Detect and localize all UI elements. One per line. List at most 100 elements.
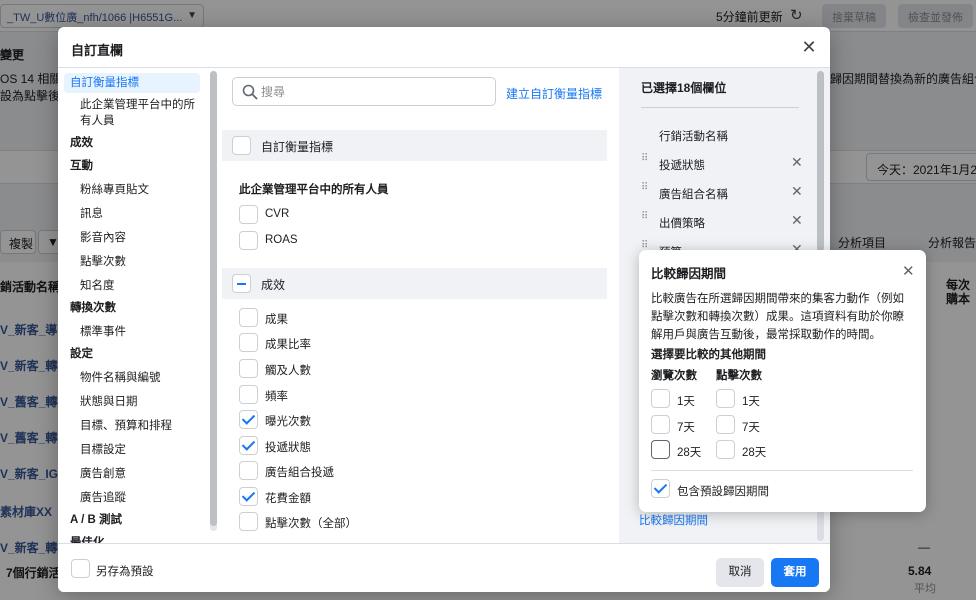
metric-label: ROAS — [265, 234, 298, 246]
metric-label: 成果比率 — [265, 339, 311, 351]
section-performance: 成效 — [222, 268, 607, 299]
nav-item-messages[interactable]: 訊息 — [64, 206, 200, 222]
selected-item-fixed: 行銷活動名稱 — [635, 125, 805, 145]
nav-item-settings[interactable]: 設定 — [64, 346, 200, 362]
metric-label: 觸及人數 — [265, 365, 311, 377]
checkbox[interactable] — [651, 389, 670, 408]
section-label: 自訂衡量指標 — [261, 140, 334, 154]
checkbox-checked[interactable] — [239, 410, 258, 429]
option-label: 7天 — [677, 422, 695, 434]
checkbox[interactable] — [651, 440, 670, 459]
include-default-checkbox[interactable] — [651, 479, 670, 498]
create-custom-metric-link[interactable]: 建立自訂衡量指標 — [506, 85, 602, 102]
metric-label: 點擊次數（全部） — [265, 518, 357, 530]
nav-item-performance[interactable]: 成效 — [64, 135, 200, 151]
selected-item[interactable]: ⠿ 出價策略 ✕ — [635, 212, 805, 232]
drag-handle-icon[interactable]: ⠿ — [641, 212, 649, 228]
option-label: 7天 — [742, 422, 760, 434]
metric-label: 成果 — [265, 314, 288, 326]
category-nav: 自訂衡量指標 此企業管理平台中的所有人員 成效 互動 粉絲專頁貼文 訊息 影音內… — [64, 71, 210, 543]
apply-button[interactable]: 套用 — [771, 558, 819, 587]
scrollbar-thumb[interactable] — [817, 71, 824, 251]
selected-item[interactable]: ⠿ 投遞狀態 ✕ — [635, 154, 805, 174]
select-all-custom-checkbox[interactable] — [232, 136, 251, 155]
nav-item-object-names[interactable]: 物件名稱與編號 — [64, 370, 200, 386]
checkbox[interactable] — [716, 440, 735, 459]
option-label: 1天 — [677, 396, 695, 408]
nav-item-standard-events[interactable]: 標準事件 — [64, 324, 200, 340]
search-icon — [242, 84, 258, 100]
divider — [651, 470, 913, 471]
drag-handle-icon[interactable]: ⠿ — [641, 154, 649, 170]
nav-item-ab-test[interactable]: A / B 測試 — [64, 512, 200, 528]
save-default-label: 另存為預設 — [96, 566, 154, 578]
metric-label: 頻率 — [265, 391, 288, 403]
close-icon[interactable]: ✕ — [902, 262, 915, 280]
section-label: 成效 — [261, 278, 286, 292]
close-icon[interactable]: ✕ — [800, 38, 818, 57]
checkbox-checked[interactable] — [239, 487, 258, 506]
checkbox[interactable] — [239, 359, 258, 378]
nav-item-tracking[interactable]: 廣告追蹤 — [64, 490, 200, 506]
selected-item-label: 投遞狀態 — [659, 160, 705, 172]
view-column-label: 瀏覽次數 — [651, 370, 697, 382]
group-all-people: 此企業管理平台中的所有人員 — [239, 184, 389, 196]
nav-item-status-dates[interactable]: 狀態與日期 — [64, 394, 200, 410]
remove-icon[interactable]: ✕ — [791, 183, 803, 200]
metric-label: 投遞狀態 — [265, 442, 311, 454]
metric-label: 曝光次數 — [265, 416, 311, 428]
metrics-list: 建立自訂衡量指標 自訂衡量指標 此企業管理平台中的所有人員 CVR ROAS 成… — [222, 71, 612, 543]
select-all-performance-checkbox[interactable] — [232, 274, 251, 293]
metric-label: 花費金額 — [265, 493, 311, 505]
scrollbar-thumb[interactable] — [210, 71, 217, 526]
modal-footer: 另存為預設 取消 套用 — [58, 543, 830, 592]
nav-scrollbar[interactable] — [210, 71, 217, 531]
nav-item-video[interactable]: 影音內容 — [64, 230, 200, 246]
checkbox[interactable] — [651, 415, 670, 434]
compare-attribution-popover: 比較歸因期間 ✕ 比較廣告在所選歸因期間帶來的集客力動作（例如點擊次數和轉換次數… — [639, 250, 926, 512]
compare-attribution-link[interactable]: 比較歸因期間 — [639, 512, 708, 528]
metric-label: 廣告組合投遞 — [265, 467, 334, 479]
popover-description: 比較廣告在所選歸因期間帶來的集客力動作（例如點擊次數和轉換次數）成果。這項資料有… — [651, 293, 904, 341]
popover-subtitle: 選擇要比較的其他期間 — [651, 349, 766, 361]
nav-item-conversions[interactable]: 轉換次數 — [64, 300, 200, 316]
nav-item-engagement[interactable]: 互動 — [64, 158, 200, 174]
checkbox[interactable] — [239, 333, 258, 352]
include-default-label: 包含預設歸因期間 — [677, 486, 769, 498]
selected-item[interactable]: ⠿ 廣告組合名稱 ✕ — [635, 183, 805, 203]
remove-icon[interactable]: ✕ — [791, 212, 803, 229]
checkbox[interactable] — [239, 205, 258, 224]
selected-item-label: 廣告組合名稱 — [659, 189, 728, 201]
remove-icon[interactable]: ✕ — [791, 154, 803, 171]
checkbox[interactable] — [239, 231, 258, 250]
metric-label: CVR — [265, 208, 290, 220]
nav-item-page-post[interactable]: 粉絲專頁貼文 — [64, 182, 200, 198]
drag-handle-icon[interactable]: ⠿ — [641, 183, 649, 199]
option-label: 1天 — [742, 396, 760, 408]
nav-item-optimization[interactable]: 最佳化 — [64, 535, 200, 543]
nav-item-creative[interactable]: 廣告創意 — [64, 466, 200, 482]
nav-item-goal-budget[interactable]: 目標、預算和排程 — [64, 418, 200, 434]
checkbox[interactable] — [716, 389, 735, 408]
nav-item-custom-metrics[interactable]: 自訂衡量指標 — [64, 73, 200, 93]
save-default-checkbox[interactable] — [71, 559, 90, 578]
checkbox[interactable] — [239, 385, 258, 404]
checkbox[interactable] — [239, 308, 258, 327]
selected-item-label: 行銷活動名稱 — [659, 131, 728, 143]
cancel-button[interactable]: 取消 — [716, 558, 764, 587]
checkbox[interactable] — [239, 512, 258, 531]
search-box[interactable] — [232, 77, 496, 106]
modal-title: 自訂直欄 — [71, 43, 124, 58]
checkbox-checked[interactable] — [239, 436, 258, 455]
nav-item-awareness[interactable]: 知名度 — [64, 278, 200, 294]
checkbox[interactable] — [716, 415, 735, 434]
divider — [641, 107, 799, 108]
nav-item-targeting[interactable]: 目標設定 — [64, 442, 200, 458]
search-input[interactable] — [261, 83, 481, 101]
popover-title: 比較歸因期間 — [651, 267, 727, 281]
nav-item-clicks[interactable]: 點擊次數 — [64, 254, 200, 270]
nav-item-all-people[interactable]: 此企業管理平台中的所有人員 — [64, 97, 200, 129]
selected-count-title: 已選擇18個欄位 — [641, 81, 727, 95]
option-label: 28天 — [677, 447, 702, 459]
checkbox[interactable] — [239, 461, 258, 480]
